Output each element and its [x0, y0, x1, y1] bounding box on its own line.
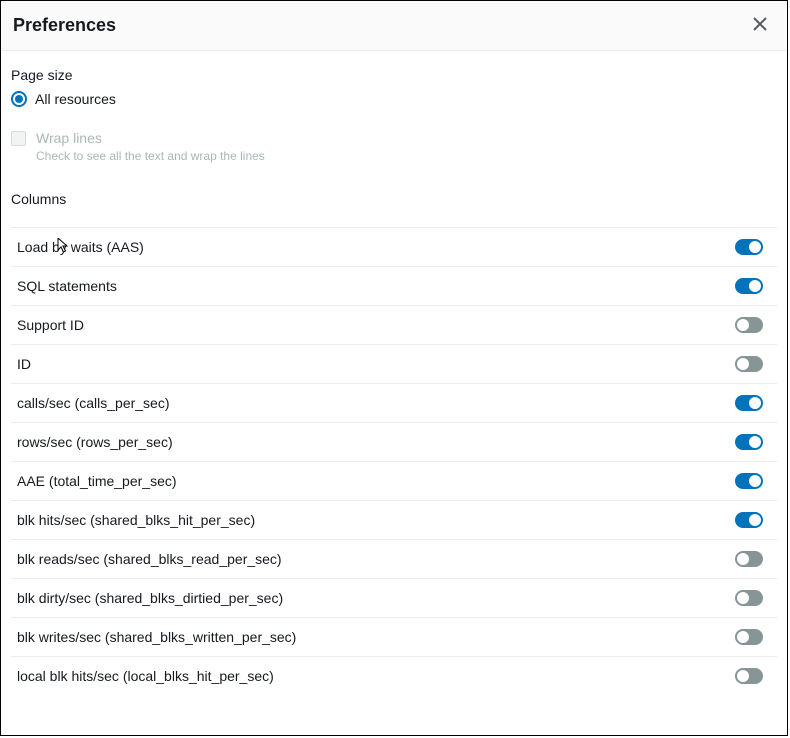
- column-row: blk reads/sec (shared_blks_read_per_sec): [11, 539, 777, 578]
- wrap-lines-desc: Check to see all the text and wrap the l…: [36, 149, 265, 163]
- column-label: blk hits/sec (shared_blks_hit_per_sec): [17, 512, 255, 528]
- column-toggle[interactable]: [735, 434, 763, 450]
- column-label: blk writes/sec (shared_blks_written_per_…: [17, 629, 296, 645]
- column-label: AAE (total_time_per_sec): [17, 473, 177, 489]
- modal-body: Page size All resources Wrap lines Check…: [1, 51, 787, 735]
- radio-selected-icon: [11, 91, 27, 107]
- column-row: blk hits/sec (shared_blks_hit_per_sec): [11, 500, 777, 539]
- column-row: AAE (total_time_per_sec): [11, 461, 777, 500]
- toggle-knob-icon: [749, 436, 761, 448]
- toggle-knob-icon: [737, 553, 749, 565]
- column-row: Load by waits (AAS): [11, 227, 777, 266]
- toggle-knob-icon: [749, 280, 761, 292]
- column-row: Support ID: [11, 305, 777, 344]
- toggle-knob-icon: [737, 592, 749, 604]
- column-label: Support ID: [17, 317, 84, 333]
- toggle-knob-icon: [737, 631, 749, 643]
- column-row: blk writes/sec (shared_blks_written_per_…: [11, 617, 777, 656]
- column-toggle[interactable]: [735, 512, 763, 528]
- column-toggle[interactable]: [735, 473, 763, 489]
- column-label: rows/sec (rows_per_sec): [17, 434, 173, 450]
- column-row: blk dirty/sec (shared_blks_dirtied_per_s…: [11, 578, 777, 617]
- close-button[interactable]: [749, 13, 771, 38]
- toggle-knob-icon: [749, 514, 761, 526]
- toggle-knob-icon: [749, 397, 761, 409]
- modal-title: Preferences: [13, 15, 116, 36]
- columns-section-label: Columns: [11, 191, 777, 207]
- column-toggle[interactable]: [735, 629, 763, 645]
- toggle-knob-icon: [737, 358, 749, 370]
- close-icon: [753, 15, 767, 36]
- page-size-label: Page size: [11, 67, 777, 83]
- toggle-knob-icon: [749, 475, 761, 487]
- column-label: Load by waits (AAS): [17, 239, 144, 255]
- column-label: blk dirty/sec (shared_blks_dirtied_per_s…: [17, 590, 283, 606]
- column-toggle[interactable]: [735, 668, 763, 684]
- column-label: blk reads/sec (shared_blks_read_per_sec): [17, 551, 282, 567]
- columns-list: Load by waits (AAS) SQL statements Support…: [11, 227, 777, 695]
- column-row: rows/sec (rows_per_sec): [11, 422, 777, 461]
- column-toggle[interactable]: [735, 317, 763, 333]
- column-label: local blk hits/sec (local_blks_hit_per_s…: [17, 668, 274, 684]
- column-toggle[interactable]: [735, 551, 763, 567]
- column-toggle[interactable]: [735, 239, 763, 255]
- column-row: local blk hits/sec (local_blks_hit_per_s…: [11, 656, 777, 695]
- modal-header: Preferences: [1, 1, 787, 51]
- toggle-knob-icon: [737, 319, 749, 331]
- checkbox-unchecked-icon: [11, 131, 26, 146]
- column-row: ID: [11, 344, 777, 383]
- column-row: calls/sec (calls_per_sec): [11, 383, 777, 422]
- wrap-lines-text: Wrap lines Check to see all the text and…: [36, 129, 265, 163]
- column-toggle[interactable]: [735, 278, 763, 294]
- wrap-lines-option[interactable]: Wrap lines Check to see all the text and…: [11, 129, 777, 163]
- column-toggle[interactable]: [735, 590, 763, 606]
- toggle-knob-icon: [737, 670, 749, 682]
- page-size-option-all[interactable]: All resources: [11, 91, 777, 107]
- toggle-knob-icon: [749, 241, 761, 253]
- column-toggle[interactable]: [735, 356, 763, 372]
- column-label: calls/sec (calls_per_sec): [17, 395, 170, 411]
- preferences-modal: Preferences Page size All resources Wrap…: [0, 0, 788, 736]
- column-toggle[interactable]: [735, 395, 763, 411]
- column-label: ID: [17, 356, 31, 372]
- column-label: SQL statements: [17, 278, 117, 294]
- page-size-option-label: All resources: [35, 91, 116, 107]
- column-row: SQL statements: [11, 266, 777, 305]
- wrap-lines-title: Wrap lines: [36, 129, 265, 147]
